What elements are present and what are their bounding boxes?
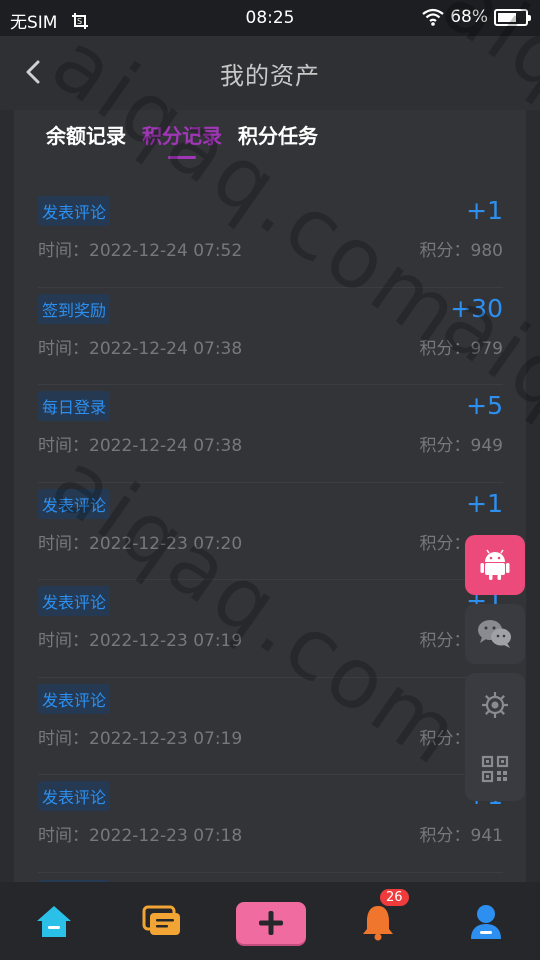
record-type-tag: 发表评论 (38, 488, 111, 519)
record-type-tag: 每日登录 (38, 391, 111, 421)
record-time: 时间：2022-12-24 07:38 (38, 338, 243, 359)
list-item: 发表评论 +1 时间：2022-12-23 07:20 积分：944 (38, 483, 503, 580)
record-type-tag: 发表评论 (38, 196, 111, 226)
settings-button[interactable] (465, 673, 525, 737)
record-tabs: 余额记录 积分记录 积分任务 (46, 120, 318, 159)
status-bar: 无SIM S 08:25 68% (0, 0, 540, 36)
record-time: 时间：2022-12-23 07:19 (38, 728, 243, 749)
record-points: +1 (466, 196, 503, 225)
bottom-tab-bar: 26 (0, 882, 540, 960)
record-time: 时间：2022-12-23 07:18 (38, 826, 243, 846)
record-type-tag: 发表评论 (38, 683, 111, 714)
add-post-button[interactable] (236, 902, 306, 944)
list-item: 每日登录 +5 时间：2022-12-24 07:38 积分：949 (38, 385, 503, 483)
android-download-button[interactable] (465, 535, 525, 595)
nav-bar: 我的资产 (0, 36, 540, 110)
tab-home[interactable] (32, 900, 76, 944)
record-points: +5 (466, 391, 503, 420)
user-icon (471, 905, 501, 939)
record-balance: 积分：941 (419, 826, 503, 846)
list-item: 发表评论 +1 时间：2022-12-23 07:19 积分：943 (38, 580, 503, 678)
home-icon (37, 906, 71, 937)
assets-panel: 余额记录 积分记录 积分任务 发表评论 +1 时间：2022-12-24 07:… (14, 110, 526, 882)
tab-points-records[interactable]: 积分记录 (142, 120, 222, 159)
qrcode-icon (481, 755, 509, 783)
list-item: 发表评论 +1 时间：2022-12-23 07:18 积分：941 (38, 775, 503, 873)
record-points: +30 (450, 293, 503, 323)
list-item: 签到奖励 +30 时间：2022-12-24 07:38 积分：979 (38, 288, 503, 385)
notification-badge: 26 (380, 889, 409, 906)
record-points: +1 (466, 488, 503, 518)
record-balance: 积分：980 (419, 241, 503, 261)
record-type-tag: 签到奖励 (38, 293, 111, 324)
record-time: 时间：2022-12-23 07:19 (38, 631, 243, 651)
record-type-tag: 发表评论 (38, 586, 111, 616)
record-type-tag: 发表评论 (38, 781, 111, 811)
tab-profile[interactable] (464, 900, 508, 944)
record-time: 时间：2022-12-24 07:38 (38, 436, 243, 456)
record-balance: 积分：979 (419, 338, 503, 359)
list-item: 发表评论 +1 时间：2022-12-23 07:19 积分：942 (38, 678, 503, 775)
wechat-button[interactable] (465, 604, 525, 664)
tab-messages[interactable] (140, 900, 184, 944)
page-title: 我的资产 (220, 62, 320, 90)
wifi-icon (422, 8, 444, 26)
battery-icon (494, 8, 531, 26)
list-item: 发表评论 +1 时间：2022-12-24 07:52 积分：980 (38, 190, 503, 288)
tools-float-group (465, 673, 525, 801)
points-record-list: 发表评论 +1 时间：2022-12-24 07:52 积分：980 签到奖励 … (38, 190, 503, 873)
plus-icon (259, 911, 283, 935)
android-icon (480, 549, 510, 580)
tab-notifications[interactable] (356, 900, 400, 944)
gear-icon (482, 692, 508, 718)
wechat-icon (478, 620, 511, 648)
tab-points-tasks[interactable]: 积分任务 (238, 120, 318, 159)
chat-icon (142, 905, 180, 935)
record-time: 时间：2022-12-23 07:20 (38, 533, 243, 554)
record-time: 时间：2022-12-24 07:52 (38, 241, 243, 261)
record-balance: 积分：949 (419, 436, 503, 456)
qrcode-button[interactable] (465, 737, 525, 801)
battery-percent: 68% (450, 7, 488, 27)
tab-balance-records[interactable]: 余额记录 (46, 120, 126, 159)
bell-icon (363, 906, 393, 941)
